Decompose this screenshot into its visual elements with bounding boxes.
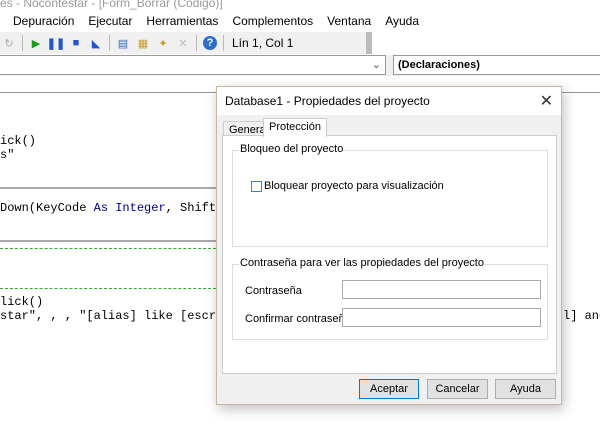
confirm-password-label: Confirmar contraseña: [245, 313, 351, 325]
code-text: Down(KeyCode: [0, 201, 94, 215]
window-title: es - Nocontestar - [Form_Borrar (Código)…: [0, 0, 223, 10]
code-line: ick(): [0, 134, 37, 148]
group-label: Contraseña para ver las propiedades del …: [239, 257, 485, 269]
separator: [223, 35, 224, 51]
toolbox-icon[interactable]: ✕: [176, 36, 190, 50]
design-mode-icon[interactable]: ◣: [89, 36, 103, 50]
lock-checkbox[interactable]: [251, 181, 262, 192]
separator: [22, 35, 23, 51]
project-properties-dialog: Database1 - Propiedades del proyecto ✕ G…: [216, 86, 562, 405]
procedure-separator: [0, 240, 216, 242]
cancel-button[interactable]: Cancelar: [427, 379, 488, 399]
object-combo[interactable]: ⌄: [0, 55, 386, 75]
menu-complementos[interactable]: Complementos: [232, 14, 313, 28]
menu-bar: Depuración Ejecutar Herramientas Complem…: [0, 10, 600, 32]
object-browser-icon[interactable]: ✦: [156, 36, 170, 50]
procedure-separator: [0, 187, 216, 189]
password-input[interactable]: [342, 280, 541, 299]
lock-checkbox-label[interactable]: Bloquear proyecto para visualización: [264, 180, 444, 192]
code-line-overflow: l] and: [563, 309, 600, 323]
code-line: s": [0, 148, 15, 162]
redo-icon[interactable]: ↻: [2, 36, 16, 50]
code-line: star", , , "[alias] like [escrib: [0, 309, 231, 323]
accept-button[interactable]: Aceptar: [359, 379, 419, 399]
comment-dash-line: [0, 248, 216, 249]
close-icon[interactable]: ✕: [540, 91, 553, 111]
menu-ayuda[interactable]: Ayuda: [385, 14, 419, 28]
password-label: Contraseña: [245, 285, 302, 297]
confirm-password-input[interactable]: [342, 308, 541, 327]
code-line: lick(): [0, 295, 44, 309]
help-button[interactable]: Ayuda: [495, 379, 556, 399]
tab-proteccion[interactable]: Protección: [263, 118, 327, 137]
keyword: As: [93, 201, 109, 215]
menu-herramientas[interactable]: Herramientas: [146, 14, 218, 28]
pause-icon[interactable]: ❚❚: [47, 36, 65, 50]
help-icon[interactable]: ?: [203, 36, 217, 50]
project-explorer-icon[interactable]: ▤: [116, 36, 130, 50]
properties-icon[interactable]: ▦: [136, 36, 150, 50]
dialog-title: Database1 - Propiedades del proyecto: [217, 87, 561, 115]
chevron-down-icon: ⌄: [371, 59, 381, 71]
cursor-position: Lín 1, Col 1: [232, 36, 294, 50]
comment-dash-line: [0, 288, 216, 289]
password-group: Contraseña para ver las propiedades del …: [232, 257, 548, 340]
procedure-combo-value: (Declaraciones): [398, 59, 480, 71]
separator: [109, 35, 110, 51]
group-label: Bloqueo del proyecto: [239, 143, 345, 155]
stop-icon[interactable]: ■: [69, 36, 83, 50]
keyword: Integer: [115, 201, 166, 215]
separator: [196, 35, 197, 51]
procedure-combo[interactable]: (Declaraciones): [393, 55, 600, 75]
code-line: Down(KeyCode As Integer, Shift A: [0, 201, 230, 215]
menu-ejecutar[interactable]: Ejecutar: [88, 14, 132, 28]
run-icon[interactable]: ▶: [29, 36, 43, 50]
lock-group: Bloqueo del proyecto Bloquear proyecto p…: [232, 143, 548, 247]
combo-row: ⌄ (Declaraciones): [0, 55, 600, 76]
toolbar: ↻ ▶ ❚❚ ■ ◣ ▤ ▦ ✦ ✕ ? Lín 1, Col 1: [0, 32, 372, 54]
tab-panel: Bloqueo del proyecto Bloquear proyecto p…: [222, 135, 557, 374]
menu-ventana[interactable]: Ventana: [327, 14, 371, 28]
menu-depuracion[interactable]: Depuración: [13, 14, 74, 28]
